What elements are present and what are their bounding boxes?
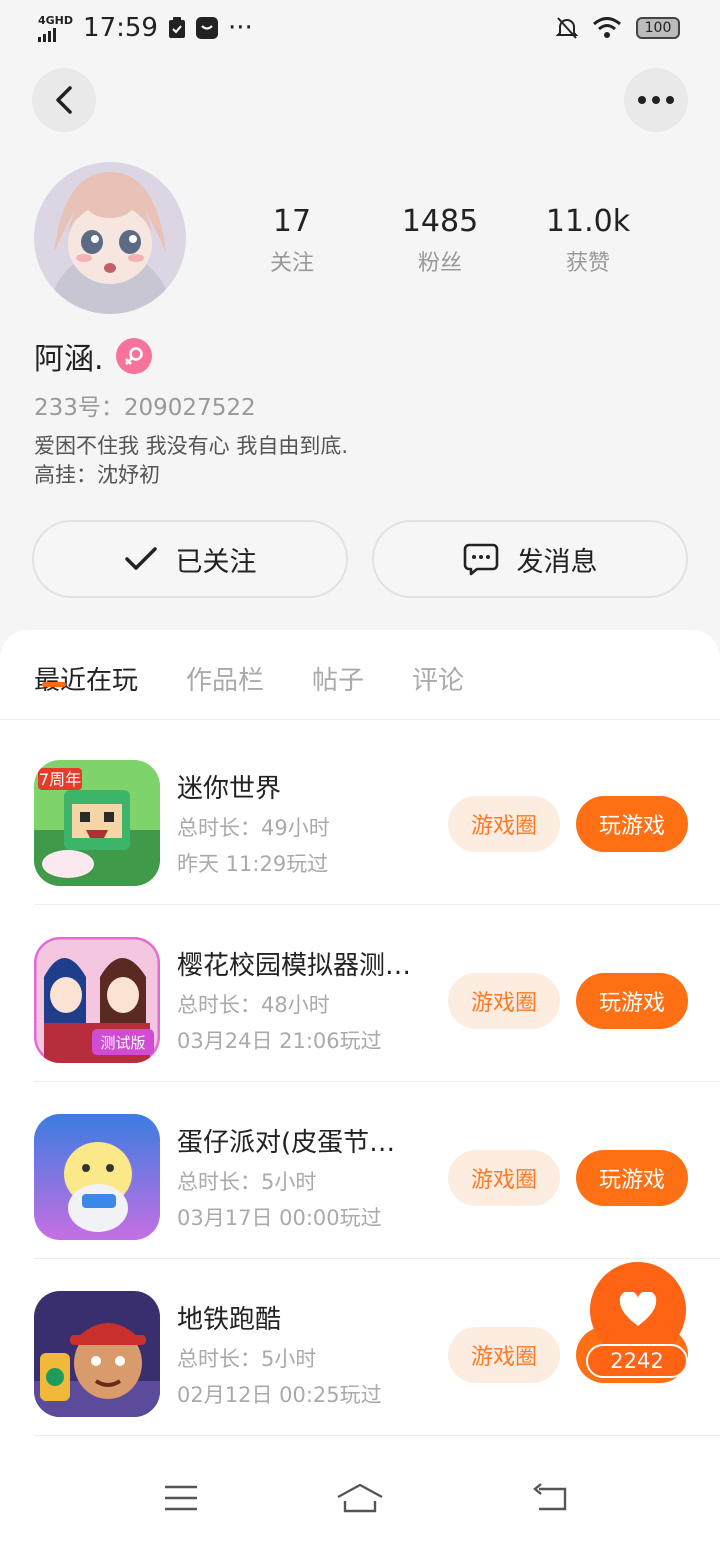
- game-icon-eggy-party[interactable]: [34, 1114, 160, 1240]
- game-icon-sakura-school[interactable]: 测试版: [34, 937, 160, 1063]
- checkmark-icon: [124, 547, 157, 570]
- stat-value: 1485: [401, 204, 479, 239]
- back-nav-icon: [533, 1483, 567, 1511]
- username: 阿涵.: [34, 342, 104, 377]
- chat-bubble-icon: [463, 543, 498, 576]
- game-icon-subway-surfers[interactable]: [34, 1291, 160, 1417]
- send-message-label: 发消息: [516, 546, 598, 578]
- female-gender-icon: [115, 338, 152, 374]
- bio-line: 爱困不住我 我没有心 我自由到底.: [34, 434, 349, 458]
- game-title: 蛋仔派对(皮蛋节…: [177, 1128, 396, 1158]
- play-game-button[interactable]: 玩游戏: [576, 973, 688, 1029]
- game-total-time: 总时长：5小时: [177, 1347, 317, 1371]
- game-last-played: 02月12日 00:25玩过: [177, 1383, 382, 1407]
- game-total-time: 总时长：48小时: [177, 993, 330, 1017]
- game-list-item[interactable]: 蛋仔派对(皮蛋节… 总时长：5小时 03月17日 00:00玩过 游戏圈 玩游戏: [34, 1082, 720, 1259]
- stat-label: 关注: [269, 251, 314, 276]
- stat-label: 粉丝: [417, 251, 462, 276]
- divider: [34, 1435, 720, 1436]
- stat-likes[interactable]: 11.0k 获赞: [514, 204, 662, 277]
- profile-stats: 17 关注 1485 粉丝 11.0k 获赞: [218, 204, 662, 277]
- game-circle-button[interactable]: 游戏圈: [448, 1327, 560, 1383]
- stat-label: 获赞: [565, 251, 610, 276]
- like-count-badge: 2242: [586, 1344, 688, 1378]
- status-left: 4GHD 17:59 ···: [38, 13, 253, 43]
- stat-value: 17: [272, 204, 312, 239]
- home-icon: [337, 1483, 383, 1513]
- game-circle-button[interactable]: 游戏圈: [448, 973, 560, 1029]
- bio: 爱困不住我 我没有心 我自由到底. 高挂：沈妤初: [34, 432, 348, 490]
- game-total-time: 总时长：49小时: [177, 816, 330, 840]
- wifi-icon: [593, 17, 621, 38]
- game-title: 樱花校园模拟器测…: [177, 951, 412, 981]
- back-arrow-icon: [56, 86, 72, 114]
- divider: [0, 719, 720, 720]
- more-button[interactable]: [624, 68, 688, 132]
- back-nav-button[interactable]: [524, 1478, 574, 1518]
- clipboard-icon: [168, 17, 185, 38]
- menu-icon: [165, 1485, 197, 1511]
- game-last-played: 昨天 11:29玩过: [177, 852, 329, 876]
- system-navigation-bar: [0, 1460, 720, 1544]
- heart-icon: [619, 1292, 657, 1326]
- game-total-time: 总时长：5小时: [177, 1170, 317, 1194]
- status-right: 100: [556, 16, 680, 40]
- followed-label: 已关注: [175, 546, 257, 578]
- menu-nav-button[interactable]: [156, 1478, 206, 1518]
- more-dots-icon: [638, 96, 674, 104]
- signal-icon: 4GHD: [38, 15, 73, 42]
- send-message-button[interactable]: 发消息: [372, 520, 688, 598]
- followed-button[interactable]: 已关注: [32, 520, 348, 598]
- active-tab-indicator: [42, 682, 66, 687]
- tab-recently-played[interactable]: 最近在玩: [34, 660, 138, 697]
- play-game-button[interactable]: 玩游戏: [576, 1150, 688, 1206]
- user-id: 233号：209027522: [34, 395, 256, 421]
- avatar[interactable]: [34, 162, 186, 314]
- stat-following[interactable]: 17 关注: [218, 204, 366, 277]
- home-nav-button[interactable]: [335, 1478, 385, 1518]
- game-circle-button[interactable]: 游戏圈: [448, 1150, 560, 1206]
- game-last-played: 03月24日 21:06玩过: [177, 1029, 382, 1053]
- game-list-item[interactable]: 7周年 迷你世界 总时长：49小时 昨天 11:29玩过 游戏圈 玩游戏: [34, 728, 720, 905]
- tab-bar: 最近在玩 作品栏 帖子 评论: [34, 660, 464, 697]
- network-type: 4GHD: [38, 13, 74, 27]
- game-last-played: 03月17日 00:00玩过: [177, 1206, 382, 1230]
- tab-comments[interactable]: 评论: [412, 660, 464, 697]
- clock: 17:59: [83, 13, 158, 43]
- bell-muted-icon: [556, 17, 578, 39]
- status-bar: 4GHD 17:59 ··· 100: [0, 0, 720, 56]
- username-row: 阿涵.: [34, 334, 152, 378]
- game-list-item[interactable]: 测试版 樱花校园模拟器测… 总时长：48小时 03月24日 21:06玩过 游戏…: [34, 905, 720, 1082]
- app-notification-icon: [195, 17, 218, 39]
- play-game-button[interactable]: 玩游戏: [576, 796, 688, 852]
- stat-value: 11.0k: [545, 204, 631, 239]
- game-icon-mini-world[interactable]: 7周年: [34, 760, 160, 886]
- game-title: 迷你世界: [177, 774, 282, 804]
- back-button[interactable]: [32, 68, 96, 132]
- avatar-image: [34, 162, 186, 314]
- svg-text:7周年: 7周年: [39, 770, 81, 789]
- more-notifications: ···: [227, 13, 253, 43]
- svg-text:测试版: 测试版: [100, 1034, 145, 1052]
- bio-line: 高挂：沈妤初: [34, 463, 160, 487]
- battery-indicator: 100: [636, 17, 680, 39]
- stat-followers[interactable]: 1485 粉丝: [366, 204, 514, 277]
- game-circle-button[interactable]: 游戏圈: [448, 796, 560, 852]
- tab-works[interactable]: 作品栏: [186, 660, 264, 697]
- tab-posts[interactable]: 帖子: [312, 660, 364, 697]
- game-title: 地铁跑酷: [177, 1305, 282, 1335]
